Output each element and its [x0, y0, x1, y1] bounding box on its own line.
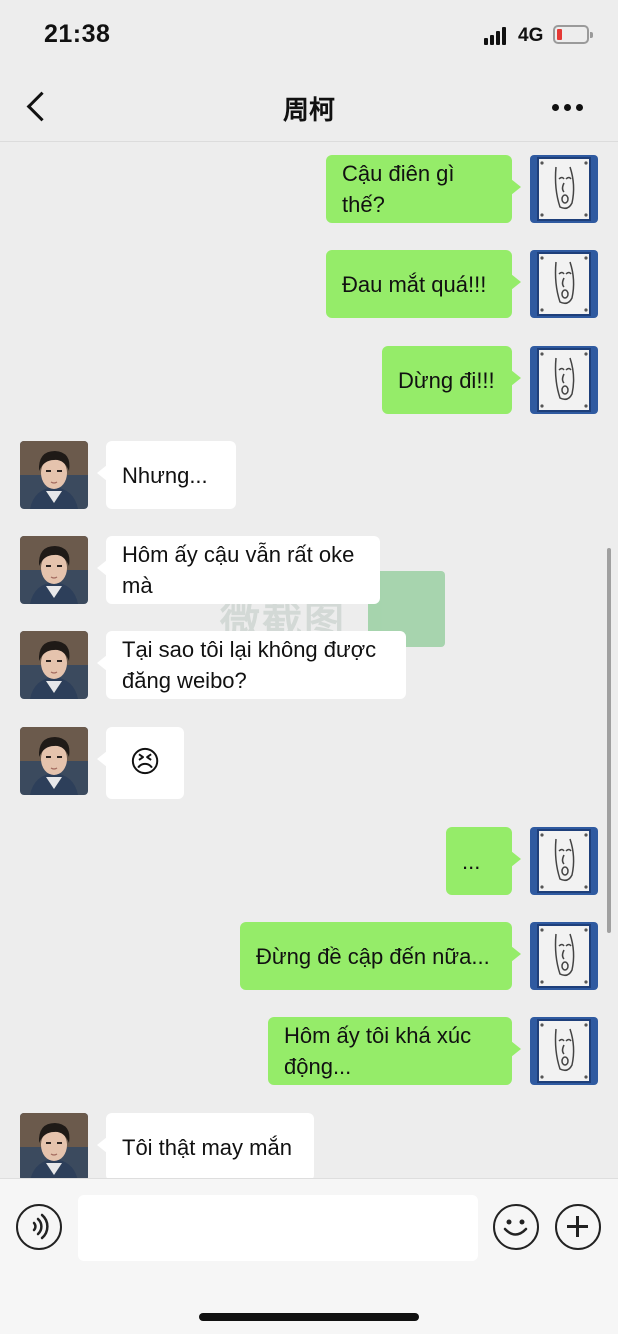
message-bubble[interactable]: ...: [446, 827, 521, 895]
message-text: Hôm ấy cậu vẫn rất oke mà: [122, 542, 355, 598]
input-bar: [0, 1178, 618, 1334]
battery-icon: [553, 25, 593, 44]
my-avatar[interactable]: [530, 827, 598, 895]
received-message: 😣: [0, 727, 618, 799]
message-text: Cậu điên gì thế?: [342, 161, 455, 217]
emoji-icon[interactable]: [493, 1204, 539, 1250]
chat-title: 周柯: [282, 95, 335, 125]
received-message: Tại sao tôi lại không được đăng weibo?: [0, 631, 618, 699]
message-emoji: 😣: [129, 746, 161, 779]
sent-message: ...: [0, 827, 618, 895]
message-bubble[interactable]: Cậu điên gì thế?: [326, 155, 521, 223]
message-bubble[interactable]: Tại sao tôi lại không được đăng weibo?: [97, 631, 406, 699]
message-text: Tại sao tôi lại không được đăng weibo?: [122, 637, 377, 693]
sent-message: Dừng đi!!!: [0, 346, 618, 414]
contact-avatar[interactable]: [20, 1113, 88, 1178]
scrollbar[interactable]: [607, 548, 611, 933]
message-bubble[interactable]: 😣: [97, 727, 184, 799]
contact-avatar[interactable]: [20, 441, 88, 509]
received-message: Tôi thật may mắn: [0, 1113, 618, 1178]
message-text: Hôm ấy tôi khá xúc động...: [284, 1023, 472, 1079]
voice-icon[interactable]: [16, 1204, 62, 1250]
received-message: Hôm ấy cậu vẫn rất oke mà: [0, 536, 618, 604]
my-avatar[interactable]: [530, 155, 598, 223]
my-avatar[interactable]: [530, 1017, 598, 1085]
my-avatar[interactable]: [530, 250, 598, 318]
message-bubble[interactable]: Nhưng...: [97, 441, 236, 509]
sent-message: Đừng đề cập đến nữa...: [0, 922, 618, 990]
contact-avatar[interactable]: [20, 727, 88, 795]
message-bubble[interactable]: Hôm ấy cậu vẫn rất oke mà: [97, 536, 380, 604]
sent-message: Cậu điên gì thế?: [0, 155, 618, 223]
message-text: ...: [462, 848, 481, 874]
my-avatar[interactable]: [530, 346, 598, 414]
message-bubble[interactable]: Đau mắt quá!!!: [326, 250, 521, 318]
message-bubble[interactable]: Tôi thật may mắn: [97, 1113, 314, 1178]
message-text: Đau mắt quá!!!: [342, 271, 487, 297]
home-indicator[interactable]: [199, 1313, 419, 1321]
message-bubble[interactable]: Hôm ấy tôi khá xúc động...: [268, 1017, 521, 1085]
plus-icon[interactable]: [555, 1204, 601, 1250]
my-avatar[interactable]: [530, 922, 598, 990]
message-text: Đừng đề cập đến nữa...: [256, 943, 490, 969]
chat-header: 周柯: [0, 70, 618, 142]
received-message: Nhưng...: [0, 441, 618, 509]
message-bubble[interactable]: Đừng đề cập đến nữa...: [240, 922, 521, 990]
signal-icon: [484, 27, 508, 45]
message-text: Nhưng...: [122, 462, 208, 488]
more-icon[interactable]: [548, 102, 588, 114]
message-text: Dừng đi!!!: [398, 367, 495, 393]
status-time: 21:38: [44, 20, 111, 48]
message-input[interactable]: [78, 1195, 478, 1261]
sent-message: Hôm ấy tôi khá xúc động...: [0, 1017, 618, 1085]
message-list[interactable]: 微截图 Cậu điên gì thế? Đau mắt quá!!! Dừng đ…: [0, 143, 618, 1178]
status-bar: 21:38 4G: [0, 0, 618, 70]
network-type: 4G: [518, 25, 544, 46]
message-bubble[interactable]: Dừng đi!!!: [382, 346, 521, 414]
contact-avatar[interactable]: [20, 536, 88, 604]
contact-avatar[interactable]: [20, 631, 88, 699]
message-text: Tôi thật may mắn: [122, 1134, 292, 1160]
sent-message: Đau mắt quá!!!: [0, 250, 618, 318]
